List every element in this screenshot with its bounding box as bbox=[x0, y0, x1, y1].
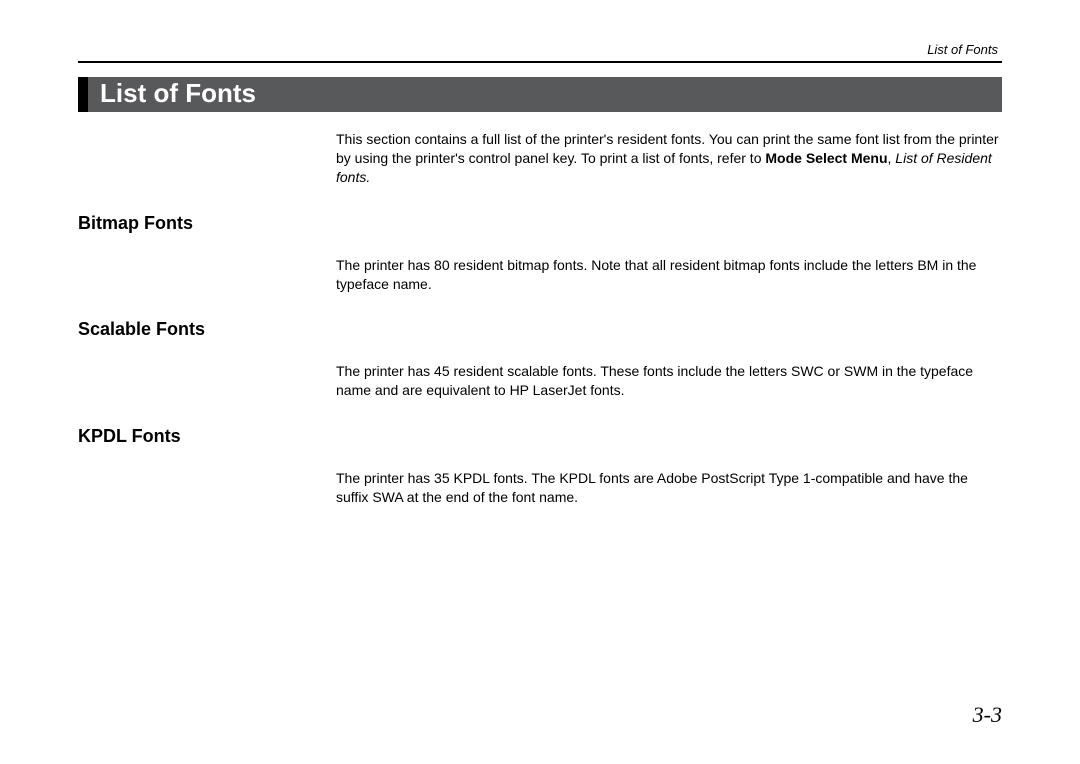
running-header: List of Fonts bbox=[78, 42, 1002, 57]
section-body: The printer has 80 resident bitmap fonts… bbox=[336, 256, 1002, 294]
section-heading: KPDL Fonts bbox=[78, 426, 1002, 447]
document-page: List of Fonts List of Fonts This section… bbox=[0, 0, 1080, 527]
section-bitmap: Bitmap Fonts The printer has 80 resident… bbox=[78, 213, 1002, 294]
section-heading: Bitmap Fonts bbox=[78, 213, 1002, 234]
intro-bold-ref: Mode Select Menu bbox=[765, 150, 887, 166]
section-heading: Scalable Fonts bbox=[78, 319, 1002, 340]
header-rule bbox=[78, 61, 1002, 63]
intro-paragraph: This section contains a full list of the… bbox=[336, 130, 1002, 187]
page-number: 3-3 bbox=[973, 702, 1002, 728]
section-body: The printer has 45 resident scalable fon… bbox=[336, 362, 1002, 400]
title-bar: List of Fonts bbox=[78, 77, 1002, 112]
section-kpdl: KPDL Fonts The printer has 35 KPDL fonts… bbox=[78, 426, 1002, 507]
section-scalable: Scalable Fonts The printer has 45 reside… bbox=[78, 319, 1002, 400]
page-title: List of Fonts bbox=[100, 78, 256, 108]
section-body: The printer has 35 KPDL fonts. The KPDL … bbox=[336, 469, 1002, 507]
